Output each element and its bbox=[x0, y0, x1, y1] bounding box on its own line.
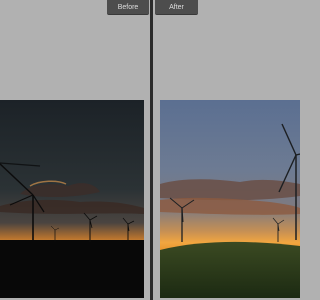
split-divider[interactable] bbox=[150, 0, 153, 300]
after-tab[interactable]: After bbox=[155, 0, 198, 15]
before-tab[interactable]: Before bbox=[107, 0, 149, 15]
after-photo[interactable] bbox=[160, 100, 300, 298]
before-photo[interactable] bbox=[0, 100, 144, 298]
